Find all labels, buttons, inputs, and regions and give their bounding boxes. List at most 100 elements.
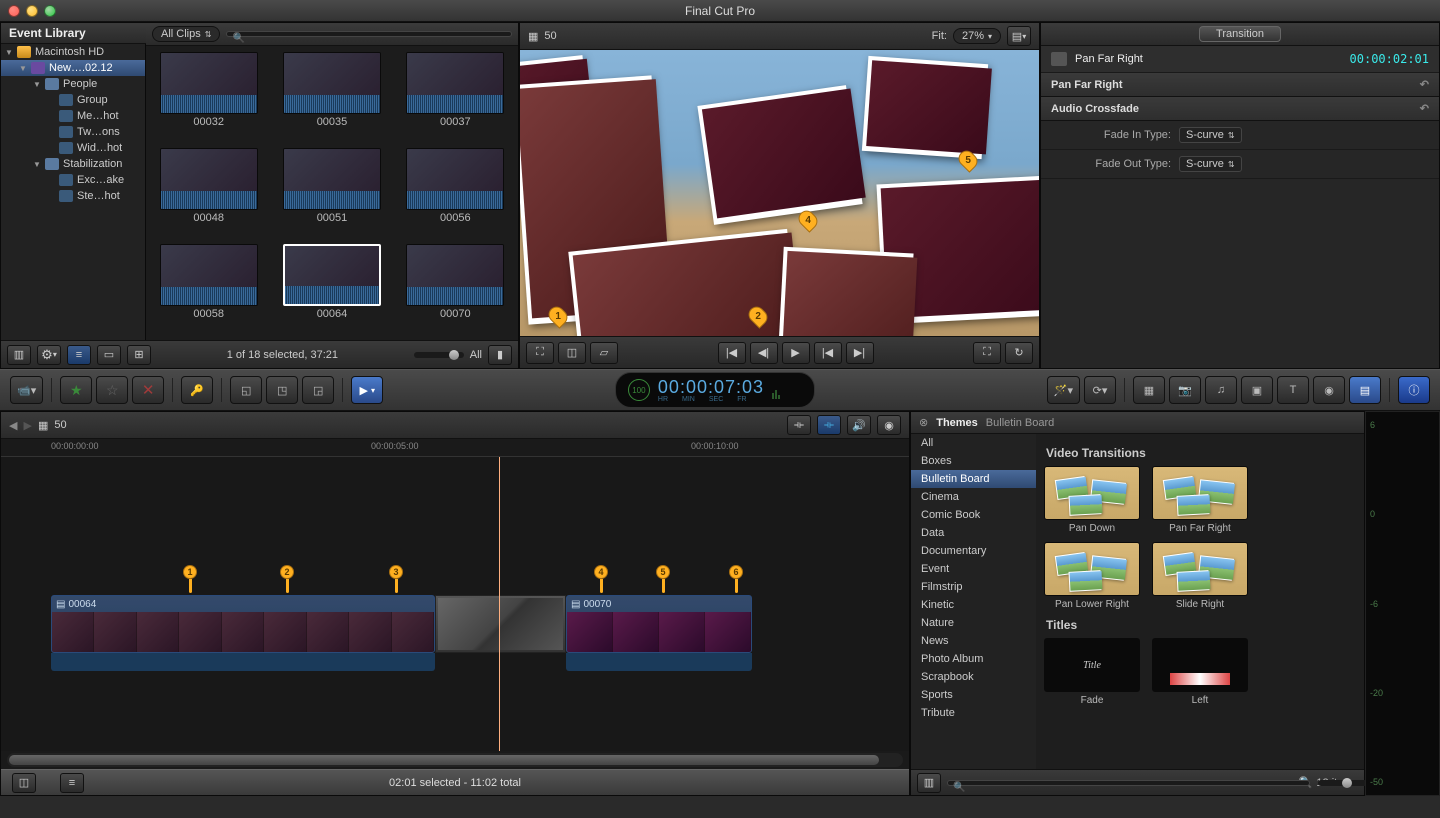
clip-thumb-00070[interactable]: 00070 <box>399 244 512 334</box>
theme-category-event[interactable]: Event <box>911 560 1036 578</box>
clip-thumb-00048[interactable]: 00048 <box>152 148 265 238</box>
theme-item-pan-lower-right[interactable]: Pan Lower Right <box>1044 542 1140 610</box>
tree-row-new-02-12[interactable]: ▼New….02.12 <box>1 60 145 76</box>
skimming-button[interactable]: ⟛ <box>817 415 841 435</box>
clip-thumb-00064[interactable]: 00064 <box>275 244 388 334</box>
tree-row-ste-hot[interactable]: Ste…hot <box>1 188 145 204</box>
timeline-clip-00070[interactable]: ▤ 00070 <box>566 595 752 653</box>
titles-browser-button[interactable]: T <box>1277 376 1309 404</box>
clip-thumb-00032[interactable]: 00032 <box>152 52 265 142</box>
inspector-duration[interactable]: 00:00:02:01 <box>1350 52 1429 66</box>
dashboard-timecode[interactable]: 100 00:00:07:03 HR MIN SEC FR <box>615 372 815 408</box>
theme-category-sports[interactable]: Sports <box>911 686 1036 704</box>
select-tool-button[interactable]: ▶▾ <box>351 376 383 404</box>
theme-category-nature[interactable]: Nature <box>911 614 1036 632</box>
fullscreen-button[interactable]: ⛶ <box>973 342 1001 364</box>
event-search-input[interactable] <box>226 31 512 37</box>
clip-thumb-00051[interactable]: 00051 <box>275 148 388 238</box>
tree-row-group[interactable]: Group <box>1 92 145 108</box>
themes-view-button[interactable]: ▥ <box>917 773 941 793</box>
tree-row-people[interactable]: ▼People <box>1 76 145 92</box>
viewer-canvas[interactable]: 1 2 4 5 <box>520 50 1039 336</box>
theme-category-news[interactable]: News <box>911 632 1036 650</box>
timeline-marker-2[interactable]: 2 <box>280 565 294 589</box>
step-forward-button[interactable]: |◀ <box>814 342 842 364</box>
play-button[interactable]: ▶ <box>782 342 810 364</box>
theme-category-photo-album[interactable]: Photo Album <box>911 650 1036 668</box>
loop-button[interactable]: ↻ <box>1005 342 1033 364</box>
step-back-button[interactable]: ◀| <box>750 342 778 364</box>
clip-thumb-00058[interactable]: 00058 <box>152 244 265 334</box>
theme-category-scrapbook[interactable]: Scrapbook <box>911 668 1036 686</box>
timeline-marker-4[interactable]: 4 <box>594 565 608 589</box>
view-filmstrip-button[interactable]: ▭ <box>97 345 121 365</box>
theme-category-bulletin-board[interactable]: Bulletin Board <box>911 470 1036 488</box>
camera-browser-button[interactable]: 📷 <box>1169 376 1201 404</box>
reset-icon[interactable]: ↶ <box>1420 102 1429 115</box>
theme-item-pan-down[interactable]: Pan Down <box>1044 466 1140 534</box>
tree-row-exc-ake[interactable]: Exc…ake <box>1 172 145 188</box>
tree-row-me-hot[interactable]: Me…hot <box>1 108 145 124</box>
append-clip-button[interactable]: ◲ <box>302 376 334 404</box>
settings-button[interactable]: ▾ <box>37 345 61 365</box>
theme-category-filmstrip[interactable]: Filmstrip <box>911 578 1036 596</box>
import-button[interactable]: 📹▾ <box>10 376 43 404</box>
theme-category-documentary[interactable]: Documentary <box>911 542 1036 560</box>
favorite-button[interactable]: ★ <box>60 376 92 404</box>
clip-zoom-slider[interactable] <box>414 352 464 358</box>
tree-row-tw-ons[interactable]: Tw…ons <box>1 124 145 140</box>
theme-category-tribute[interactable]: Tribute <box>911 704 1036 722</box>
photos-browser-button[interactable]: ▦ <box>1133 376 1165 404</box>
clip-appearance-button[interactable]: ▮ <box>488 345 512 365</box>
timeline-marker-6[interactable]: 6 <box>729 565 743 589</box>
theme-category-data[interactable]: Data <box>911 524 1036 542</box>
timeline-ruler[interactable]: 00:00:00:00 00:00:05:00 00:00:10:00 <box>1 439 909 457</box>
reset-icon[interactable]: ↶ <box>1420 78 1429 91</box>
timeline-marker-5[interactable]: 5 <box>656 565 670 589</box>
generators-browser-button[interactable]: ◉ <box>1313 376 1345 404</box>
disclosure-triangle-icon[interactable]: ▼ <box>19 64 27 73</box>
minimize-window-button[interactable] <box>26 5 38 17</box>
filmstrip-toggle-button[interactable]: ▥ <box>7 345 31 365</box>
themes-browser-button[interactable]: ▤ <box>1349 376 1381 404</box>
theme-item-slide-right[interactable]: Slide Right <box>1152 542 1248 610</box>
theme-category-kinetic[interactable]: Kinetic <box>911 596 1036 614</box>
timeline-marker-1[interactable]: 1 <box>183 565 197 589</box>
timeline-tracks[interactable]: ▤ 00064 ▤ 00070 1 2 3 4 5 6 <box>1 457 909 751</box>
clip-thumb-00035[interactable]: 00035 <box>275 52 388 142</box>
zoom-dropdown[interactable]: 27%▾ <box>953 28 1001 44</box>
theme-item-left[interactable]: Left <box>1152 638 1248 706</box>
timeline-list-button[interactable]: ≡ <box>60 773 84 793</box>
clip-filter-dropdown[interactable]: All Clips ⇅ <box>152 26 220 42</box>
timeline-marker-3[interactable]: 3 <box>389 565 403 589</box>
playhead[interactable] <box>499 457 500 751</box>
theme-item-fade[interactable]: TitleFade <box>1044 638 1140 706</box>
fade-in-select[interactable]: S-curve⇅ <box>1179 127 1242 143</box>
disclosure-triangle-icon[interactable]: ▼ <box>33 80 41 89</box>
timeline-transition[interactable] <box>435 595 566 653</box>
distort-button[interactable]: ▱ <box>590 342 618 364</box>
connect-clip-button[interactable]: ◱ <box>230 376 262 404</box>
audio-skimming-button[interactable]: 🔊 <box>847 415 871 435</box>
music-browser-button[interactable]: ♫ <box>1205 376 1237 404</box>
timeline-audio-00064[interactable] <box>51 653 435 671</box>
enhancements-button[interactable]: 🪄▾ <box>1047 376 1080 404</box>
unrate-button[interactable]: ☆ <box>96 376 128 404</box>
back-button[interactable]: ◀ <box>9 419 17 432</box>
solo-button[interactable]: ◉ <box>877 415 901 435</box>
clip-thumb-00056[interactable]: 00056 <box>399 148 512 238</box>
themes-search-input[interactable] <box>947 780 1310 786</box>
timeline-clip-00064[interactable]: ▤ 00064 <box>51 595 435 653</box>
timeline-index-button[interactable]: ◫ <box>12 773 36 793</box>
insert-clip-button[interactable]: ◳ <box>266 376 298 404</box>
timeline-audio-00070[interactable] <box>566 653 752 671</box>
zoom-window-button[interactable] <box>44 5 56 17</box>
theme-category-comic-book[interactable]: Comic Book <box>911 506 1036 524</box>
viewer-settings-button[interactable]: ▤▾ <box>1007 26 1031 46</box>
theme-category-boxes[interactable]: Boxes <box>911 452 1036 470</box>
go-to-start-button[interactable]: |◀ <box>718 342 746 364</box>
theme-category-cinema[interactable]: Cinema <box>911 488 1036 506</box>
timeline-scrollbar[interactable] <box>7 753 903 767</box>
close-window-button[interactable] <box>8 5 20 17</box>
close-browser-icon[interactable]: ⊗ <box>919 416 928 429</box>
